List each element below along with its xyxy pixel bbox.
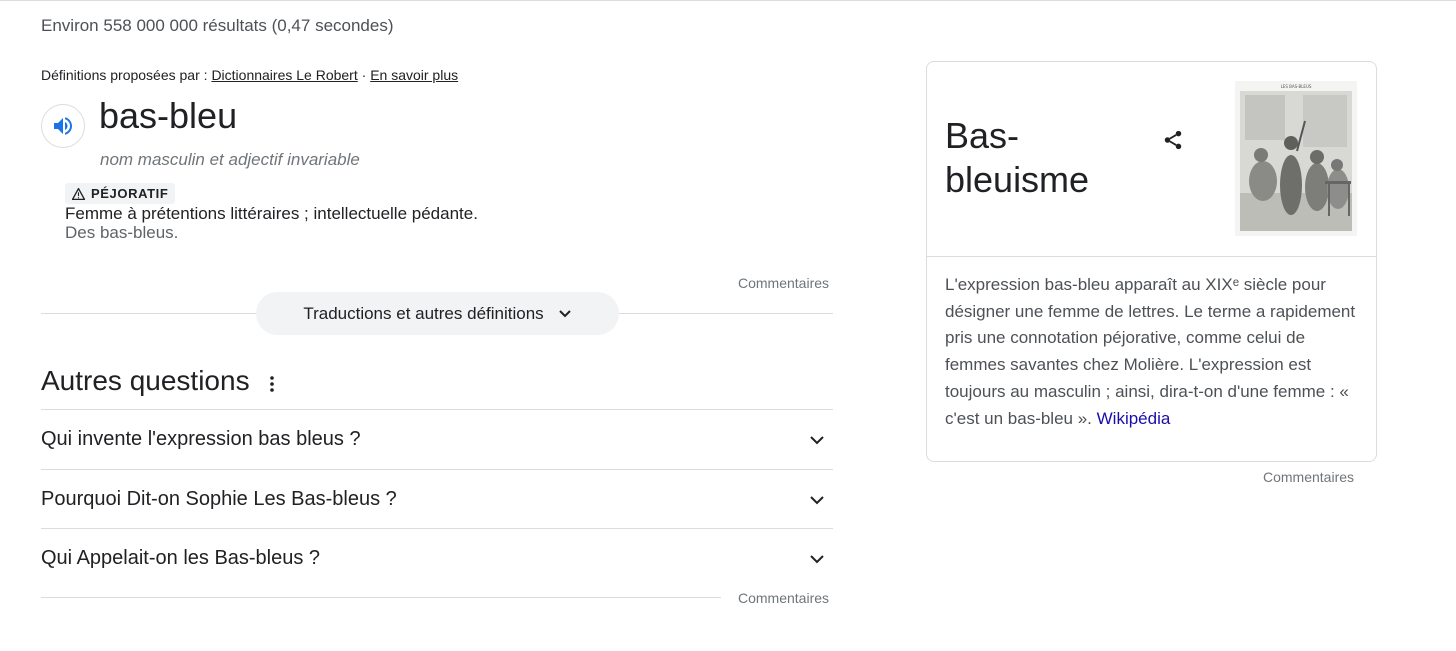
- related-questions-menu-button[interactable]: [262, 372, 282, 396]
- questions-feedback-link[interactable]: Commentaires: [738, 590, 829, 606]
- share-button[interactable]: [1160, 127, 1186, 153]
- chevron-down-icon: [558, 309, 571, 317]
- title-line: bleuisme: [945, 159, 1090, 200]
- warning-icon: [72, 187, 85, 200]
- source-separator: ·: [361, 67, 367, 83]
- definition-text: Femme à prétentions littéraires ; intell…: [65, 204, 478, 223]
- learn-more-link[interactable]: En savoir plus: [370, 67, 458, 83]
- question-item[interactable]: Pourquoi Dit-on Sophie Les Bas-bleus ?: [41, 470, 833, 529]
- knowledge-panel-feedback-link[interactable]: Commentaires: [1263, 469, 1354, 485]
- chevron-down-icon: [805, 428, 829, 452]
- chevron-down-icon: [805, 488, 829, 512]
- question-text: Pourquoi Dit-on Sophie Les Bas-bleus ?: [41, 488, 397, 510]
- image-caption: LES BAS-BLEUS: [1281, 84, 1312, 89]
- question-item[interactable]: Qui Appelait-on les Bas-bleus ?: [41, 529, 833, 588]
- question-text: Qui Appelait-on les Bas-bleus ?: [41, 547, 321, 569]
- knowledge-panel-title: Bas- bleuisme: [945, 114, 1115, 202]
- part-of-speech: nom masculin et adjectif invariable: [100, 150, 360, 169]
- pronunciation-button[interactable]: [41, 104, 85, 148]
- source-link[interactable]: Dictionnaires Le Robert: [211, 67, 357, 83]
- title-line: Bas-: [945, 115, 1020, 156]
- headword: bas-bleu: [99, 95, 238, 136]
- question-item[interactable]: Qui invente l'expression bas bleus ?: [41, 410, 833, 469]
- more-definitions-label: Traductions et autres définitions: [303, 303, 544, 323]
- register-label: PÉJORATIF: [91, 186, 169, 201]
- example-text: Des bas-bleus.: [65, 223, 179, 242]
- more-definitions-button[interactable]: Traductions et autres définitions: [256, 292, 619, 335]
- wikipedia-link[interactable]: Wikipédia: [1097, 409, 1171, 428]
- share-icon: [1164, 130, 1182, 150]
- question-divider: [41, 597, 721, 598]
- description-text: L'expression bas-bleu apparaît au XIXᵉ s…: [945, 275, 1356, 428]
- lithograph-image[interactable]: LES BAS-BLEUS: [1235, 81, 1357, 236]
- chevron-down-icon: [805, 547, 829, 571]
- related-questions-title: Autres questions: [41, 365, 250, 396]
- knowledge-panel-divider: [927, 256, 1376, 257]
- knowledge-panel-description: L'expression bas-bleu apparaît au XIXᵉ s…: [945, 272, 1365, 432]
- speaker-icon: [54, 117, 72, 135]
- source-prefix: Définitions proposées par :: [41, 67, 208, 83]
- top-divider: [0, 0, 1456, 1]
- question-text: Qui invente l'expression bas bleus ?: [41, 428, 361, 450]
- result-stats: Environ 558 000 000 résultats (0,47 seco…: [41, 16, 394, 35]
- more-vert-icon: [270, 376, 274, 392]
- dictionary-source: Définitions proposées par : Dictionnaire…: [41, 67, 458, 83]
- register-badge: PÉJORATIF: [65, 183, 176, 204]
- dictionary-feedback-link[interactable]: Commentaires: [738, 275, 829, 291]
